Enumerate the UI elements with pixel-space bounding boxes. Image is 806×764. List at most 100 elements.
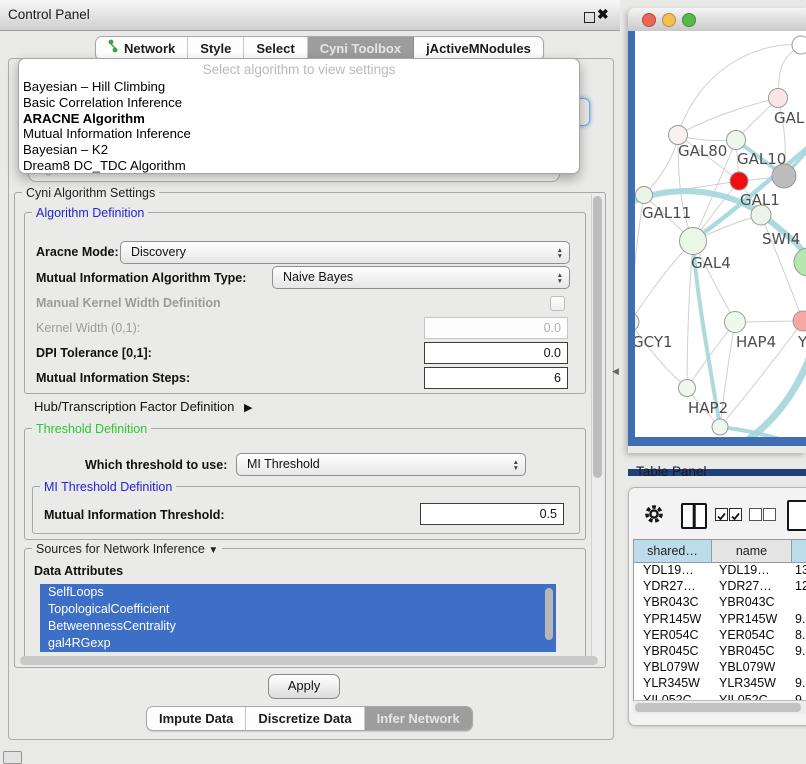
which-threshold-value: MI Threshold (247, 457, 320, 471)
tab-network-label: Network (124, 37, 175, 60)
algorithm-option-aracne[interactable]: ARACNE Algorithm (23, 111, 575, 127)
algorithm-option[interactable]: Dream8 DC_TDC Algorithm (23, 158, 575, 174)
network-node-label: GAL4 (691, 254, 731, 272)
splitter-collapse-icon[interactable]: ◀ (612, 366, 619, 377)
dpi-tolerance-label: DPI Tolerance [0,1]: (36, 346, 152, 360)
table-row[interactable]: YBL079WYBL079W (634, 660, 806, 676)
aracne-mode-combo[interactable]: Discovery ▲▼ (120, 241, 570, 264)
which-threshold-combo[interactable]: MI Threshold ▲▼ (236, 453, 526, 476)
tab-impute-data[interactable]: Impute Data (147, 707, 246, 730)
tab-jactivemnodules[interactable]: jActiveMNodules (414, 37, 543, 60)
network-node-hap2[interactable] (679, 380, 696, 397)
mi-threshold-group-title: MI Threshold Definition (40, 480, 176, 494)
mi-type-combo[interactable]: Naive Bayes ▲▼ (272, 266, 570, 289)
aracne-mode-value: Discovery (131, 245, 186, 259)
network-node-y[interactable] (793, 311, 806, 331)
network-node-label: HAP2 (688, 399, 728, 417)
network-node-gal11[interactable] (636, 187, 653, 204)
table-row[interactable]: YDR27…YDR27…12 (634, 579, 806, 595)
table-row[interactable]: YBR043CYBR043C (634, 595, 806, 611)
mi-threshold-label: Mutual Information Threshold: (44, 508, 225, 522)
network-edge (678, 98, 778, 135)
settings-vscroll-thumb[interactable] (593, 196, 602, 478)
spinner-arrows-icon: ▲▼ (513, 455, 519, 476)
cyni-settings-title: Cyni Algorithm Settings (22, 186, 159, 200)
attribute-item[interactable]: TopologicalCoefficient (40, 601, 556, 618)
network-node-gal[interactable] (769, 89, 788, 108)
table-row[interactable]: YER054CYER054C8. (634, 628, 806, 644)
gear-icon[interactable] (642, 501, 666, 527)
threshold-definition-title: Threshold Definition (32, 422, 151, 436)
column-header-shared[interactable]: shared… (634, 540, 712, 563)
sources-title-label: Sources for Network Inference (36, 542, 205, 556)
minimized-panel-icon[interactable] (3, 751, 22, 764)
network-graph[interactable]: GALGAL80GAL10GAL1SWI4GAL11GAL4GCY1HAP4YH… (635, 31, 806, 437)
algorithm-option[interactable]: Basic Correlation Inference (23, 95, 575, 111)
table-row[interactable]: YBR045CYBR045C9. (634, 644, 806, 660)
network-canvas[interactable]: GALGAL80GAL10GAL1SWI4GAL11GAL4GCY1HAP4YH… (635, 31, 806, 437)
attribute-item[interactable]: SelfLoops (40, 584, 556, 601)
algorithm-option[interactable]: Bayesian – Hill Climbing (23, 79, 575, 95)
spinner-arrows-icon: ▲▼ (557, 243, 563, 264)
network-node-gal1[interactable] (730, 172, 748, 190)
settings-hscroll-thumb[interactable] (20, 656, 598, 665)
network-node[interactable] (794, 248, 806, 276)
mi-threshold-field[interactable]: 0.5 (420, 503, 564, 525)
tab-network[interactable]: Network (96, 37, 188, 60)
node-table: shared… name YDL19…YDL19…13 YDR27…YDR27…… (633, 539, 806, 701)
network-node-gal4[interactable] (680, 228, 707, 255)
network-icon (108, 37, 119, 60)
settings-vscroll-track[interactable] (591, 194, 603, 662)
hub-section-toggle[interactable]: Hub/Transcription Factor Definition ▶ (34, 399, 252, 414)
network-node-gcy1[interactable] (635, 313, 639, 331)
attribute-item[interactable]: gal4RGexp (40, 635, 556, 652)
network-node[interactable] (712, 419, 728, 435)
aracne-mode-label: Aracne Mode: (36, 245, 119, 259)
collapse-down-icon: ▼ (208, 545, 218, 556)
which-threshold-label: Which threshold to use: (85, 458, 227, 472)
network-edge (635, 322, 687, 388)
algorithm-option[interactable]: Mutual Information Inference (23, 126, 575, 142)
network-node-gal10[interactable] (727, 131, 746, 150)
apply-button[interactable]: Apply (268, 674, 340, 699)
network-edge (635, 241, 693, 322)
bottom-tabbar: Impute Data Discretize Data Infer Networ… (146, 706, 473, 731)
kernel-width-field[interactable]: 0.0 (424, 317, 568, 339)
dpi-tolerance-field[interactable]: 0.0 (424, 342, 568, 364)
attribute-item[interactable]: BetweennessCentrality (40, 618, 556, 635)
network-node-hap4[interactable] (725, 312, 746, 333)
close-window-icon[interactable] (642, 13, 656, 27)
table-row[interactable]: YLR345WYLR345W9. (634, 676, 806, 692)
tab-discretize-data[interactable]: Discretize Data (246, 707, 364, 730)
manual-kernel-checkbox[interactable] (550, 296, 565, 311)
minimize-window-icon[interactable] (662, 13, 676, 27)
attributes-list-scrollbar[interactable] (545, 588, 553, 640)
control-panel-title: Control Panel (8, 7, 90, 22)
network-node-label: HAP4 (736, 333, 776, 351)
mi-steps-field[interactable]: 6 (424, 367, 568, 389)
network-node-label: SWI4 (762, 230, 800, 248)
algorithm-option[interactable]: Bayesian – K2 (23, 142, 575, 158)
float-panel-icon[interactable] (584, 12, 595, 23)
table-hscroll-thumb[interactable] (635, 703, 801, 712)
tab-cyni-toolbox[interactable]: Cyni Toolbox (308, 37, 414, 60)
network-node[interactable] (792, 36, 806, 54)
mi-type-value: Naive Bayes (283, 270, 353, 284)
column-header-partial[interactable] (792, 540, 806, 563)
close-panel-icon[interactable]: ✖ (597, 6, 609, 23)
tab-infer-network[interactable]: Infer Network (365, 707, 472, 730)
data-attributes-list: SelfLoops TopologicalCoefficient Between… (40, 584, 556, 652)
sources-title[interactable]: Sources for Network Inference ▼ (32, 542, 222, 556)
zoom-window-icon[interactable] (682, 13, 696, 27)
kernel-width-label: Kernel Width (0,1): (36, 321, 140, 335)
table-row[interactable]: YDL19…YDL19…13 (634, 563, 806, 579)
sheet-icon[interactable] (787, 500, 806, 531)
tab-select[interactable]: Select (244, 37, 307, 60)
network-node-label: GAL11 (642, 204, 691, 222)
table-row[interactable]: YPR145WYPR145W9. (634, 612, 806, 628)
network-window-titlebar[interactable] (628, 8, 806, 32)
tab-style[interactable]: Style (188, 37, 244, 60)
table-hscroll-track[interactable] (633, 700, 806, 714)
column-header-name[interactable]: name (712, 540, 792, 563)
split-view-icon[interactable] (681, 503, 707, 529)
